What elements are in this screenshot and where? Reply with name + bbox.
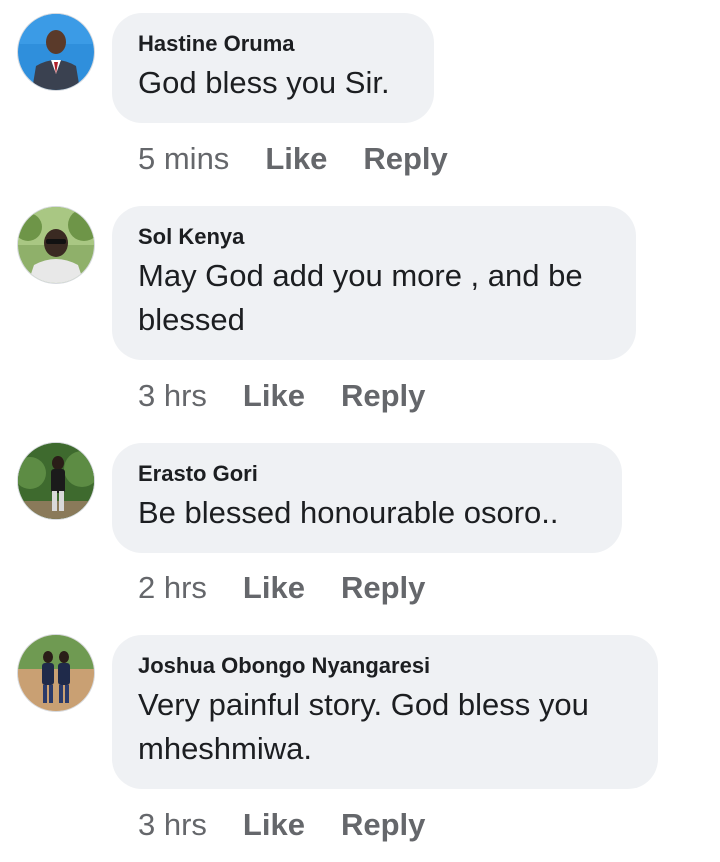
like-button[interactable]: Like: [243, 807, 305, 842]
comment-text: God bless you Sir.: [138, 65, 390, 100]
comment-timestamp[interactable]: 3 hrs: [138, 807, 207, 842]
avatar[interactable]: [18, 443, 94, 519]
comment-timestamp[interactable]: 5 mins: [138, 141, 229, 176]
comment-actions: 3 hrs Like Reply: [138, 807, 425, 843]
comment-author[interactable]: Sol Kenya: [138, 224, 610, 250]
profile-photo-icon: [18, 635, 94, 711]
comment-bubble: Hastine Oruma God bless you Sir.: [112, 13, 434, 123]
comment-text: Very painful story. God bless you mheshm…: [138, 687, 589, 766]
comment-actions: 5 mins Like Reply: [138, 141, 448, 177]
reply-button[interactable]: Reply: [363, 141, 447, 176]
comment-bubble: Sol Kenya May God add you more , and be …: [112, 206, 636, 360]
comment-author[interactable]: Erasto Gori: [138, 461, 596, 487]
comment-timestamp[interactable]: 3 hrs: [138, 378, 207, 413]
profile-photo-icon: [18, 443, 94, 519]
comment-actions: 3 hrs Like Reply: [138, 378, 425, 414]
like-button[interactable]: Like: [265, 141, 327, 176]
avatar[interactable]: [18, 635, 94, 711]
comment-author[interactable]: Joshua Obongo Nyangaresi: [138, 653, 632, 679]
like-button[interactable]: Like: [243, 378, 305, 413]
like-button[interactable]: Like: [243, 570, 305, 605]
comment-timestamp[interactable]: 2 hrs: [138, 570, 207, 605]
comment-text: May God add you more , and be blessed: [138, 258, 583, 337]
comment-actions: 2 hrs Like Reply: [138, 570, 425, 606]
comment-text: Be blessed honourable osoro..: [138, 495, 559, 530]
comment-author[interactable]: Hastine Oruma: [138, 31, 408, 57]
reply-button[interactable]: Reply: [341, 570, 425, 605]
avatar[interactable]: [18, 207, 94, 283]
profile-photo-icon: [18, 14, 94, 90]
reply-button[interactable]: Reply: [341, 807, 425, 842]
comment-bubble: Erasto Gori Be blessed honourable osoro.…: [112, 443, 622, 553]
profile-photo-icon: [18, 207, 94, 283]
comment-bubble: Joshua Obongo Nyangaresi Very painful st…: [112, 635, 658, 789]
avatar[interactable]: [18, 14, 94, 90]
reply-button[interactable]: Reply: [341, 378, 425, 413]
